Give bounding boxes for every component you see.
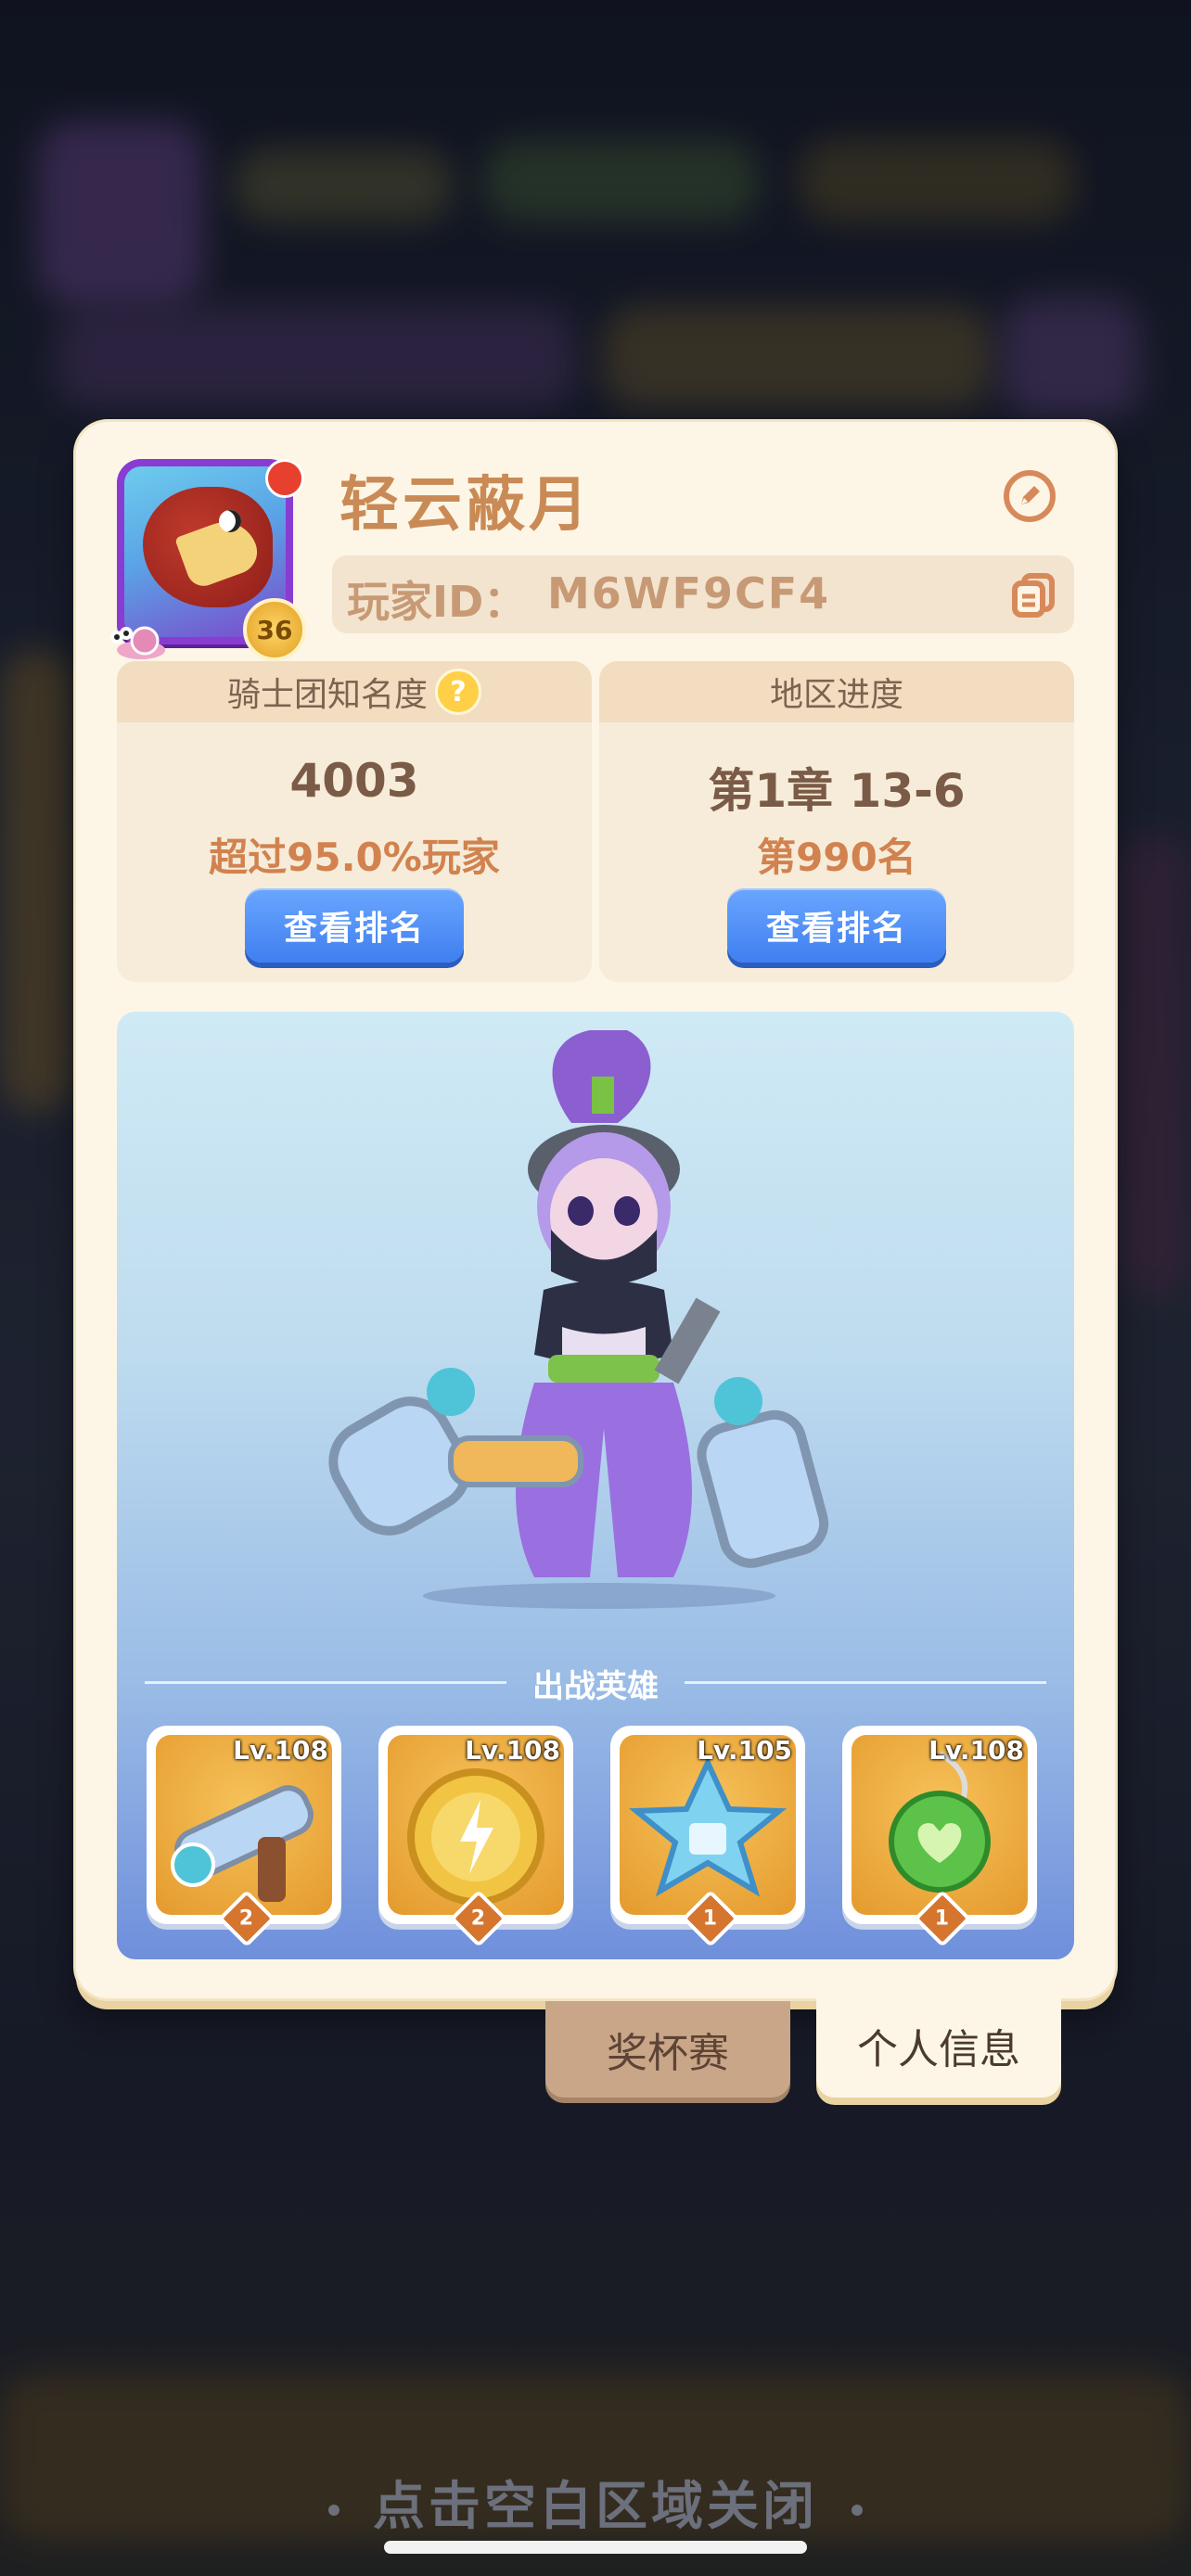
fame-percentile: 超过95.0%玩家 xyxy=(209,835,500,880)
player-info-panel: 36 轻云蔽月 玩家ID： M6WF9CF4 骑士团知名度 ? 4003 超过9… xyxy=(76,422,1115,1998)
help-icon[interactable]: ? xyxy=(435,669,481,715)
tab-profile[interactable]: 个人信息 xyxy=(816,1994,1061,2098)
hero-level: Lv.105 xyxy=(697,1735,792,1766)
player-id-label: 玩家ID： xyxy=(347,577,527,627)
hero-card-3[interactable]: Lv.105 1 xyxy=(610,1726,805,1948)
fame-card: 骑士团知名度 ? 4003 超过95.0%玩家 查看排名 xyxy=(117,661,592,982)
hero-card-2[interactable]: Lv.108 2 xyxy=(378,1726,573,1948)
close-hint[interactable]: 点击空白区域关闭 xyxy=(0,2465,1191,2540)
hero-level: Lv.108 xyxy=(928,1735,1024,1766)
ninja-hero-figure xyxy=(328,1030,829,1609)
fame-value: 4003 xyxy=(289,754,419,808)
hero-display-area: 出战英雄 Lv.108 2 Lv.108 2 Lv.105 1 Lv.108 1 xyxy=(117,1012,1074,1959)
team-title: 出战英雄 xyxy=(532,1668,659,1705)
notification-dot xyxy=(265,459,304,498)
hero-card-4[interactable]: Lv.108 1 xyxy=(842,1726,1037,1948)
player-id-value: M6WF9CF4 xyxy=(547,568,831,618)
hero-level: Lv.108 xyxy=(233,1735,328,1766)
player-avatar[interactable]: 36 xyxy=(110,459,306,661)
fame-view-ranking-button[interactable]: 查看排名 xyxy=(245,888,464,963)
hint-dot-right xyxy=(852,2504,863,2516)
hint-dot-left xyxy=(328,2504,339,2516)
tab-trophy[interactable]: 奖杯赛 xyxy=(545,2001,790,2098)
edit-name-button[interactable] xyxy=(1004,470,1056,522)
player-level-badge: 36 xyxy=(243,598,306,661)
home-indicator[interactable] xyxy=(384,2541,807,2554)
pencil-icon xyxy=(1021,486,1040,504)
region-rank: 第990名 xyxy=(757,835,916,880)
region-view-ranking-button[interactable]: 查看排名 xyxy=(727,888,946,963)
fame-title: 骑士团知名度 xyxy=(226,676,428,714)
copy-icon[interactable] xyxy=(1011,572,1056,618)
close-hint-text: 点击空白区域关闭 xyxy=(373,2477,818,2537)
player-name: 轻云蔽月 xyxy=(339,471,592,540)
player-id-bar: 玩家ID： M6WF9CF4 xyxy=(332,555,1074,633)
region-chapter: 第1章 13-6 xyxy=(708,764,966,818)
team-section-header: 出战英雄 xyxy=(117,1661,1074,1706)
region-title: 地区进度 xyxy=(599,661,1074,722)
hero-card-1[interactable]: Lv.108 2 xyxy=(147,1726,341,1948)
hero-level: Lv.108 xyxy=(465,1735,560,1766)
snail-mascot-icon xyxy=(110,626,165,659)
region-card: 地区进度 第1章 13-6 第990名 查看排名 xyxy=(599,661,1074,982)
